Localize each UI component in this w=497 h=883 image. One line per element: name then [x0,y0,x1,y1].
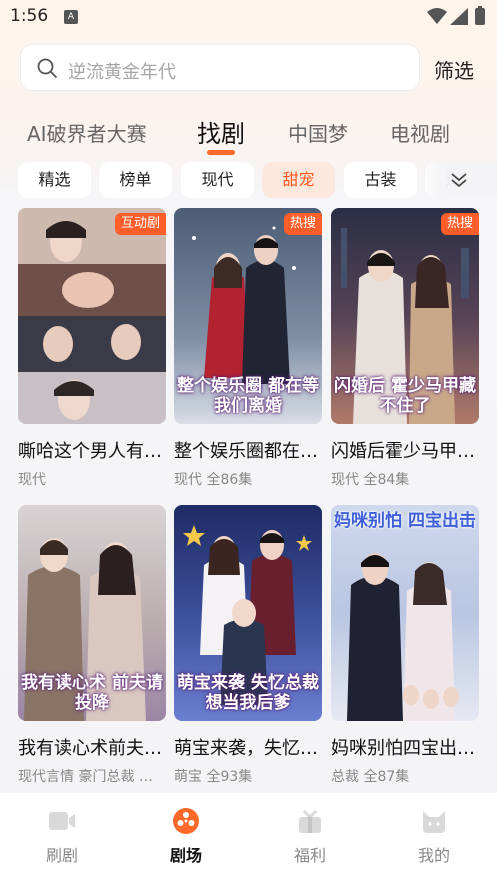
category-tabs: AI破界者大赛 找剧 中国梦 电视剧 [0,110,497,158]
nav-label: 我的 [417,846,450,865]
drama-meta: 现代 [18,472,46,488]
tab-ai-contest[interactable]: AI破界者大赛 [27,118,147,147]
nav-item-rewards[interactable]: 福利 [248,793,372,883]
poster-title-art: 整个娱乐圈 都在等我们离婚 [177,376,319,416]
drama-poster: 萌宝来袭 失忆总裁想当我后爹 [174,505,322,721]
drama-meta: 现代 全86集 [174,472,253,488]
nav-label: 剧场 [169,846,202,865]
drama-title: 嘶哈这个男人有… [18,441,162,462]
poster-title-art: 闪婚后 霍少马甲藏不住了 [334,376,476,416]
chip-ranking[interactable]: 榜单 [99,162,172,198]
badge-trending: 热搜 [440,213,479,235]
drama-meta: 总裁 全87集 [331,769,410,785]
chip-sweet-romance[interactable]: 甜宠 [262,162,335,198]
tab-find-drama[interactable]: 找剧 [197,114,245,149]
badge-interactive: 互动剧 [114,213,166,235]
nav-item-short-drama[interactable]: 刷剧 [0,793,124,883]
search-placeholder: 逆流黄金年代 [68,62,176,83]
poster-title-art: 我有读心术 前夫请投降 [21,673,163,713]
wifi-icon [427,8,447,24]
video-icon [49,812,75,830]
drama-poster: 热搜 整个娱乐圈 都在等我们离婚 [174,208,322,424]
drama-card[interactable]: 萌宝来袭 失忆总裁想当我后爹 萌宝来袭，失忆… 萌宝 全93集 [174,505,322,786]
cat-face-icon [423,811,445,833]
drama-meta: 现代言情 豪门总裁 … [18,769,153,785]
nav-item-mine[interactable]: 我的 [372,793,496,883]
genre-chips: 精选 榜单 现代 甜宠 古装 逆袭 [0,162,497,198]
filter-button[interactable]: 筛选 [434,55,474,84]
active-tab-indicator [207,150,235,155]
status-bar: 1:56 A [0,0,497,34]
drama-title: 我有读心术前夫… [18,738,162,759]
status-time: 1:56 [10,6,49,26]
drama-title: 闪婚后霍少马甲… [331,441,475,462]
battery-icon [475,6,485,25]
drama-card[interactable]: 热搜 整个娱乐圈 都在等我们离婚 整个娱乐圈都在… 现代 全86集 [174,208,322,489]
drama-title: 整个娱乐圈都在… [174,441,318,462]
drama-poster: 我有读心术 前夫请投降 [18,505,166,721]
drama-poster: 热搜 闪婚后 霍少马甲藏不住了 [331,208,479,424]
drama-poster: 互动剧 [18,208,166,424]
drama-title: 萌宝来袭，失忆… [174,738,318,759]
signal-icon [450,8,468,25]
chip-modern[interactable]: 现代 [181,162,254,198]
chevron-down-icon[interactable] [450,172,468,188]
tab-tv-series[interactable]: 电视剧 [390,118,450,147]
badge-trending: 热搜 [283,213,322,235]
chip-featured[interactable]: 精选 [18,162,91,198]
gift-icon [299,809,321,833]
poster-title-art: 妈咪别怕 四宝出击 [334,511,476,531]
bottom-navigation: 刷剧 剧场 福利 我的 [0,793,497,883]
tab-china-dream[interactable]: 中国梦 [288,118,348,147]
nav-item-theater[interactable]: 剧场 [124,793,248,883]
notification-a-icon: A [64,10,78,24]
poster-title-art: 萌宝来袭 失忆总裁想当我后爹 [177,673,319,713]
drama-card[interactable]: 热搜 闪婚后 霍少马甲藏不住了 闪婚后霍少马甲… 现代 全84集 [331,208,479,489]
chip-costume[interactable]: 古装 [344,162,417,198]
nav-label: 刷剧 [45,846,78,865]
film-reel-icon [173,808,199,834]
search-icon [37,58,57,78]
drama-card[interactable]: 我有读心术 前夫请投降 我有读心术前夫… 现代言情 豪门总裁 … [18,505,166,786]
search-input[interactable]: 逆流黄金年代 [20,44,420,91]
drama-meta: 萌宝 全93集 [174,769,253,785]
nav-label: 福利 [293,846,326,865]
drama-meta: 现代 全84集 [331,472,410,488]
drama-card[interactable]: 互动剧 嘶哈这个男人有… 现代 [18,208,166,489]
drama-card[interactable]: 妈咪别怕 四宝出击 妈咪别怕四宝出… 总裁 全87集 [331,505,479,786]
drama-title: 妈咪别怕四宝出… [331,738,475,759]
drama-poster: 妈咪别怕 四宝出击 [331,505,479,721]
